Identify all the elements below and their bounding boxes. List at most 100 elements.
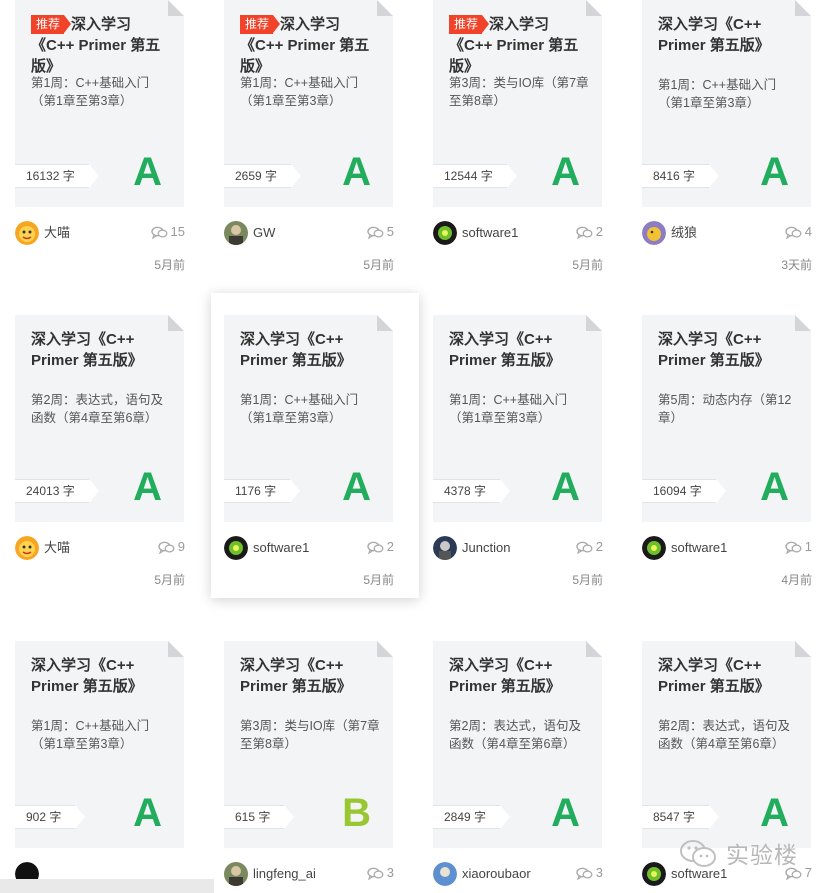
comment-count-value: 1 — [804, 539, 812, 554]
card-title[interactable]: 深入学习《C++ Primer 第五版》 — [658, 655, 798, 697]
grade-letter: A — [133, 465, 162, 509]
comment-count-value: 4 — [804, 224, 812, 239]
card-title[interactable]: 深入学习《C++ Primer 第五版》 — [658, 329, 798, 371]
username[interactable]: software1 — [462, 225, 518, 241]
card-subtitle: 第1周：C++基础入门（第1章至第3章） — [31, 719, 150, 751]
word-count-unit: 字 — [258, 810, 271, 824]
comment-count[interactable]: 3 — [367, 864, 394, 882]
word-count: 8416 字 — [642, 164, 720, 188]
document-thumbnail[interactable]: 深入学习《C++ Primer 第五版》第2周：表达式，语句及函数（第4章至第6… — [15, 315, 184, 522]
document-thumbnail[interactable]: 深入学习《C++ Primer 第五版》第1周：C++基础入门（第1章至第3章）… — [15, 641, 184, 848]
word-count-unit: 字 — [689, 484, 702, 498]
card-title[interactable]: 深入学习《C++ Primer 第五版》 — [31, 329, 171, 371]
comment-count-value: 5 — [386, 224, 394, 239]
comment-count-value: 3 — [386, 865, 394, 880]
avatar[interactable] — [642, 862, 666, 886]
card-title[interactable]: 深入学习《C++ Primer 第五版》 — [31, 655, 171, 697]
document-thumbnail[interactable]: 深入学习《C++ Primer 第五版》 第2周：表达式，语句及函数（第4章至第6… — [433, 641, 602, 848]
avatar[interactable] — [642, 536, 666, 560]
document-thumbnail[interactable]: 深入学习《C++ Primer 第五版》 第1周：C++基础入门（第1章至第3章）… — [433, 315, 602, 522]
comment-count[interactable]: 3 — [576, 864, 603, 882]
comment-count-value: 15 — [170, 224, 185, 239]
comment-count-value: 9 — [177, 539, 185, 554]
comment-icon — [576, 226, 593, 239]
username[interactable]: Junction — [462, 540, 510, 556]
username[interactable]: 大喵 — [44, 225, 70, 241]
username[interactable]: xiaoroubaor — [462, 866, 531, 882]
username[interactable]: lingfeng_ai — [253, 866, 316, 882]
word-count-value: 16094 — [653, 484, 687, 498]
card-title[interactable]: 推荐 深入学习《C++ Primer 第五版》 — [240, 14, 380, 77]
username[interactable]: 大喵 — [44, 540, 70, 556]
card-title[interactable]: 深入学习《C++ Primer 第五版》 — [449, 329, 589, 371]
comment-count[interactable]: 5 — [367, 223, 394, 241]
username[interactable]: software1 — [671, 540, 727, 556]
word-count-unit: 字 — [62, 169, 75, 183]
comment-icon — [576, 867, 593, 880]
document-thumbnail[interactable]: 推荐 深入学习《C++ Primer 第五版》 第3周：类与IO库（第7章至第8章）… — [433, 0, 602, 207]
document-thumbnail[interactable]: 深入学习《C++ Primer 第五版》第2周：表达式，语句及函数（第4章至第6… — [642, 641, 811, 848]
grade-letter: A — [760, 150, 789, 194]
avatar[interactable] — [15, 221, 39, 245]
username[interactable]: 绒狼 — [671, 225, 697, 241]
card-title-text: 深入学习《C++ Primer 第五版》 — [658, 331, 770, 369]
avatar[interactable] — [224, 536, 248, 560]
word-count-unit: 字 — [683, 810, 696, 824]
horizontal-scrollbar[interactable] — [0, 879, 214, 893]
card-subtitle: 第1周：C++基础入门（第1章至第3章） — [658, 78, 777, 110]
recommend-badge: 推荐 — [240, 15, 281, 34]
comment-icon — [367, 541, 384, 554]
document-thumbnail[interactable]: 推荐 深入学习《C++ Primer 第五版》 第1周：C++基础入门（第1章至第3… — [224, 0, 393, 207]
document-thumbnail[interactable]: 深入学习《C++ Primer 第五版》第1周：C++基础入门（第1章至第3章）… — [224, 315, 393, 522]
grade-letter: A — [133, 791, 162, 835]
document-thumbnail[interactable]: 深入学习《C++ Primer 第五版》 第5周：动态内存（第12章） 16094 … — [642, 315, 811, 522]
comment-count[interactable]: 2 — [367, 538, 394, 556]
card-subtitle: 第1周：C++基础入门（第1章至第3章） — [240, 393, 359, 425]
document-thumbnail[interactable]: 深入学习《C++ Primer 第五版》 第3周：类与IO库（第7章至第8章） 61… — [224, 641, 393, 848]
timestamp: 5月前 — [154, 573, 185, 587]
word-count-value: 2849 — [444, 810, 471, 824]
card-title[interactable]: 推荐 深入学习《C++ Primer 第五版》 — [31, 14, 171, 77]
document-thumbnail[interactable]: 推荐 深入学习《C++ Primer 第五版》 第1周：C++基础入门（第1章至第3… — [15, 0, 184, 207]
card-title-text: 深入学习《C++ Primer 第五版》 — [449, 331, 561, 369]
avatar[interactable] — [433, 536, 457, 560]
avatar[interactable] — [642, 221, 666, 245]
card-title-text: 深入学习《C++ Primer 第五版》 — [658, 657, 770, 695]
card-subtitle: 第2周：表达式，语句及函数（第4章至第6章） — [31, 393, 163, 425]
comment-icon — [150, 226, 167, 239]
word-count-value: 24013 — [26, 484, 60, 498]
comment-count[interactable]: 9 — [158, 538, 185, 556]
grade-letter: A — [342, 465, 371, 509]
recommend-badge: 推荐 — [449, 15, 490, 34]
comment-count-value: 7 — [804, 865, 812, 880]
card-title[interactable]: 深入学习《C++ Primer 第五版》 — [240, 655, 380, 697]
comment-count[interactable]: 15 — [150, 223, 185, 241]
username[interactable]: GW — [253, 225, 275, 241]
word-count-value: 2659 — [235, 169, 262, 183]
avatar[interactable] — [433, 221, 457, 245]
word-count: 1176 字 — [224, 479, 301, 503]
card-title[interactable]: 推荐 深入学习《C++ Primer 第五版》 — [449, 14, 589, 77]
submission-card[interactable]: 深入学习《C++ Primer 第五版》第1周：C++基础入门（第1章至第3章）… — [211, 293, 419, 598]
comment-count-value: 3 — [595, 865, 603, 880]
comment-count[interactable]: 1 — [785, 538, 812, 556]
grade-letter: A — [133, 150, 162, 194]
avatar[interactable] — [224, 221, 248, 245]
avatar[interactable] — [433, 862, 457, 886]
comment-count[interactable]: 2 — [576, 538, 603, 556]
username[interactable]: software1 — [253, 540, 309, 556]
word-count-value: 615 — [235, 810, 256, 824]
card-title-text: 深入学习《C++ Primer 第五版》 — [31, 331, 143, 369]
comment-count[interactable]: 4 — [785, 223, 812, 241]
card-subtitle: 第2周：表达式，语句及函数（第4章至第6章） — [658, 719, 790, 751]
card-title[interactable]: 深入学习《C++ Primer 第五版》 — [658, 14, 798, 56]
avatar[interactable] — [224, 862, 248, 886]
card-subtitle: 第5周：动态内存（第12章） — [658, 393, 792, 425]
card-title[interactable]: 深入学习《C++ Primer 第五版》 — [240, 329, 380, 371]
document-thumbnail[interactable]: 深入学习《C++ Primer 第五版》第1周：C++基础入门（第1章至第3章）… — [642, 0, 811, 207]
card-title-text: 深入学习《C++ Primer 第五版》 — [658, 16, 770, 54]
timestamp: 5月前 — [363, 573, 394, 587]
comment-count[interactable]: 2 — [576, 223, 603, 241]
card-title[interactable]: 深入学习《C++ Primer 第五版》 — [449, 655, 589, 697]
avatar[interactable] — [15, 536, 39, 560]
